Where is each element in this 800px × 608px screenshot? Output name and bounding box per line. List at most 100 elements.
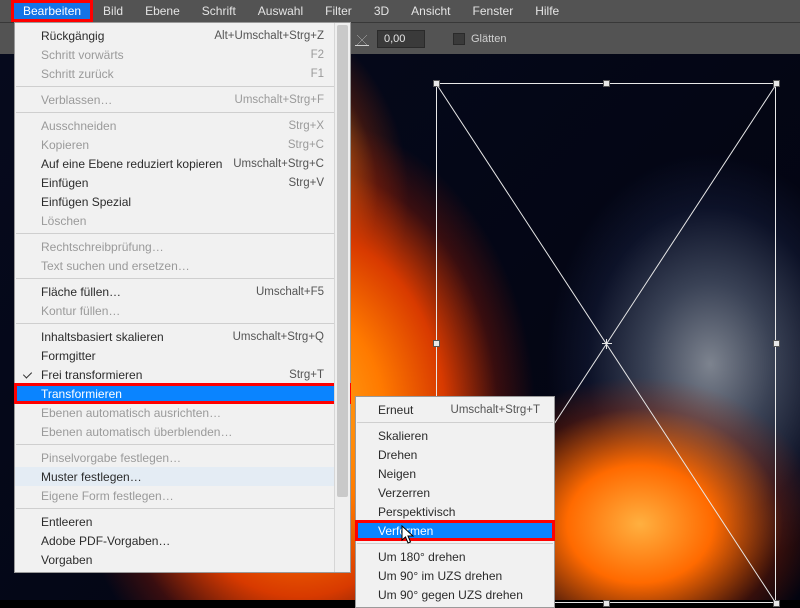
menu-item-label: Rückgängig <box>41 29 214 43</box>
menu-item-shortcut: Strg+X <box>289 120 324 132</box>
menu-item-ebenen-automatisch-berblenden: Ebenen automatisch überblenden… <box>15 422 350 441</box>
transform-submenu: ErneutUmschalt+Strg+T Skalieren Drehen Neig… <box>355 396 555 608</box>
menu-item-shortcut: Umschalt+Strg+Q <box>233 331 324 343</box>
menu-3d[interactable]: 3D <box>363 1 400 21</box>
menu-ebene[interactable]: Ebene <box>134 1 191 21</box>
menu-separator <box>16 323 349 324</box>
menu-item-label: Text suchen und ersetzen… <box>41 259 324 273</box>
menu-item-label: Skalieren <box>378 429 540 443</box>
angle-input[interactable]: 0,00 <box>377 30 425 48</box>
menu-item-verzerren[interactable]: Verzerren <box>356 483 554 502</box>
menu-bearbeiten[interactable]: Bearbeiten <box>12 1 92 21</box>
menu-item-rechtschreibpr-fung: Rechtschreibprüfung… <box>15 237 350 256</box>
menu-item-vorgaben[interactable]: Vorgaben <box>15 550 350 569</box>
menu-bild[interactable]: Bild <box>92 1 134 21</box>
smooth-label: Glätten <box>471 33 506 45</box>
menu-item-shortcut: Strg+C <box>288 139 324 151</box>
menu-item-label: Formgitter <box>41 349 324 363</box>
menu-item-shortcut: Umschalt+Strg+F <box>235 94 324 106</box>
menu-item-kopieren: KopierenStrg+C <box>15 135 350 154</box>
menu-item-pinselvorgabe-festlegen: Pinselvorgabe festlegen… <box>15 448 350 467</box>
menu-item-shortcut: Umschalt+Strg+T <box>451 404 540 416</box>
menu-item-label: Verzerren <box>378 486 540 500</box>
menu-item-label: Pinselvorgabe festlegen… <box>41 451 324 465</box>
menu-separator <box>16 444 349 445</box>
menu-item-label: Adobe PDF-Vorgaben… <box>41 534 324 548</box>
menu-item-shortcut: Strg+T <box>289 369 324 381</box>
menu-item-um-90-gegen-uzs-drehen[interactable]: Um 90° gegen UZS drehen <box>356 585 554 604</box>
menu-item-schritt-vorw-rts: Schritt vorwärtsF2 <box>15 45 350 64</box>
menu-item-einf-gen[interactable]: EinfügenStrg+V <box>15 173 350 192</box>
menu-item-muster-festlegen[interactable]: Muster festlegen… <box>15 467 350 486</box>
menu-auswahl[interactable]: Auswahl <box>247 1 314 21</box>
menu-item-um-90-im-uzs-drehen[interactable]: Um 90° im UZS drehen <box>356 566 554 585</box>
menu-item-shortcut: Strg+V <box>289 177 324 189</box>
menu-fenster[interactable]: Fenster <box>462 1 525 21</box>
menu-item-adobe-pdf-vorgaben[interactable]: Adobe PDF-Vorgaben… <box>15 531 350 550</box>
menu-separator <box>357 543 553 544</box>
menu-separator <box>16 233 349 234</box>
menu-bar: BearbeitenBildEbeneSchriftAuswahlFilter3… <box>0 0 800 22</box>
menu-item-neigen[interactable]: Neigen <box>356 464 554 483</box>
menu-item-erneut[interactable]: ErneutUmschalt+Strg+T <box>356 400 554 419</box>
checkmark-icon <box>23 370 33 378</box>
transform-handle[interactable] <box>773 340 780 347</box>
menu-item-einf-gen-spezial[interactable]: Einfügen Spezial <box>15 192 350 211</box>
smooth-checkbox[interactable] <box>453 33 465 45</box>
menu-item-verformen[interactable]: Verformen <box>356 521 554 540</box>
menu-item-label: Kopieren <box>41 138 288 152</box>
menu-item-label: Neigen <box>378 467 540 481</box>
edit-menu-dropdown: RückgängigAlt+Umschalt+Strg+ZSchritt vor… <box>14 22 351 573</box>
menu-item-label: Um 90° im UZS drehen <box>378 569 540 583</box>
menu-item-label: Um 180° drehen <box>378 550 540 564</box>
menu-item-eigene-form-festlegen: Eigene Form festlegen… <box>15 486 350 505</box>
menu-item-shortcut: Umschalt+Strg+C <box>233 158 324 170</box>
menu-schrift[interactable]: Schrift <box>191 1 247 21</box>
menu-item-text-suchen-und-ersetzen: Text suchen und ersetzen… <box>15 256 350 275</box>
dropdown-scrollbar[interactable] <box>334 23 350 572</box>
menu-item-label: Löschen <box>41 214 324 228</box>
menu-item-drehen[interactable]: Drehen <box>356 445 554 464</box>
menu-item-perspektivisch[interactable]: Perspektivisch <box>356 502 554 521</box>
menu-item-shortcut: Umschalt+F5 <box>256 286 324 298</box>
menu-item-skalieren[interactable]: Skalieren <box>356 426 554 445</box>
menu-separator <box>357 422 553 423</box>
menu-item-um-180-drehen[interactable]: Um 180° drehen <box>356 547 554 566</box>
menu-item-label: Ebenen automatisch überblenden… <box>41 425 324 439</box>
menu-item-label: Drehen <box>378 448 540 462</box>
menu-item-label: Um 90° gegen UZS drehen <box>378 588 540 602</box>
menu-item-entleeren[interactable]: Entleeren <box>15 512 350 531</box>
menu-item-verblassen: Verblassen…Umschalt+Strg+F <box>15 90 350 109</box>
menu-item-label: Rechtschreibprüfung… <box>41 240 324 254</box>
menu-item-label: Inhaltsbasiert skalieren <box>41 330 233 344</box>
menu-item-transformieren[interactable]: Transformieren <box>15 384 350 403</box>
menu-item-inhaltsbasiert-skalieren[interactable]: Inhaltsbasiert skalierenUmschalt+Strg+Q <box>15 327 350 346</box>
transform-handle[interactable] <box>603 80 610 87</box>
menu-item-label: Fläche füllen… <box>41 285 256 299</box>
menu-ansicht[interactable]: Ansicht <box>400 1 461 21</box>
transform-handle[interactable] <box>603 600 610 607</box>
menu-item-label: Entleeren <box>41 515 324 529</box>
menu-item-label: Frei transformieren <box>41 368 289 382</box>
menu-item-label: Einfügen Spezial <box>41 195 324 209</box>
menu-filter[interactable]: Filter <box>314 1 363 21</box>
menu-item-r-ckg-ngig[interactable]: RückgängigAlt+Umschalt+Strg+Z <box>15 26 350 45</box>
menu-item-formgitter[interactable]: Formgitter <box>15 346 350 365</box>
menu-item-auf-eine-ebene-reduziert-kopieren[interactable]: Auf eine Ebene reduziert kopierenUmschal… <box>15 154 350 173</box>
menu-item-label: Ausschneiden <box>41 119 289 133</box>
menu-item-frei-transformieren[interactable]: Frei transformierenStrg+T <box>15 365 350 384</box>
menu-item-label: Erneut <box>378 403 451 417</box>
menu-item-label: Verformen <box>378 524 540 538</box>
menu-hilfe[interactable]: Hilfe <box>524 1 570 21</box>
menu-separator <box>16 508 349 509</box>
menu-item-label: Eigene Form festlegen… <box>41 489 324 503</box>
menu-item-fl-che-f-llen[interactable]: Fläche füllen…Umschalt+F5 <box>15 282 350 301</box>
menu-item-shortcut: F2 <box>311 49 324 61</box>
angle-icon <box>355 32 369 46</box>
menu-item-shortcut: F1 <box>311 68 324 80</box>
menu-item-kontur-f-llen: Kontur füllen… <box>15 301 350 320</box>
menu-item-label: Verblassen… <box>41 93 235 107</box>
menu-item-label: Schritt zurück <box>41 67 311 81</box>
menu-item-label: Kontur füllen… <box>41 304 324 318</box>
transform-handle[interactable] <box>433 340 440 347</box>
